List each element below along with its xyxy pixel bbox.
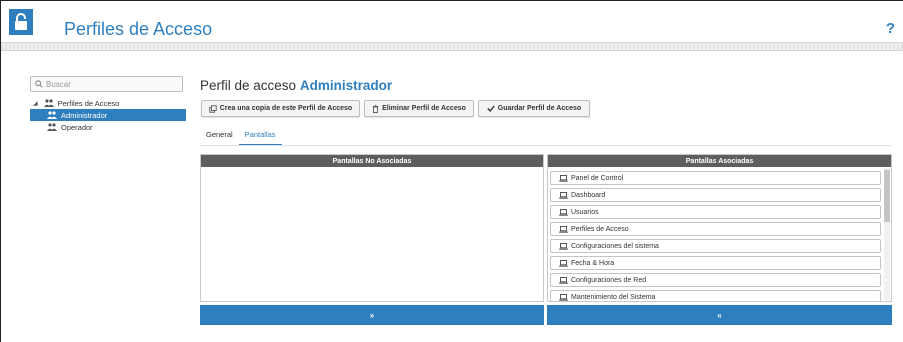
search-input[interactable]: Buscar <box>30 76 183 92</box>
monitor-icon <box>559 191 568 199</box>
assigned-screens-scrollbar[interactable] <box>884 168 890 300</box>
assigned-screen-item[interactable]: Dashboard <box>550 188 881 202</box>
check-icon <box>487 105 495 112</box>
assigned-screen-item[interactable]: Fecha & Hora <box>550 256 881 270</box>
move-to-assigned-button[interactable]: » <box>200 305 544 325</box>
copy-icon <box>209 104 217 113</box>
assigned-screen-item[interactable]: Perfiles de Acceso <box>550 222 881 236</box>
monitor-icon <box>559 293 568 301</box>
users-icon <box>43 99 54 107</box>
tree-item-label: Administrador <box>61 110 108 120</box>
assigned-screen-item[interactable]: Mantenimiento del Sistema <box>550 290 881 301</box>
monitor-icon <box>559 225 568 233</box>
assigned-screen-label: Configuraciones del sistema <box>571 242 659 250</box>
assigned-screen-item[interactable]: Configuraciones de Red <box>550 273 881 287</box>
profile-tabs: General Pantallas <box>200 128 282 146</box>
assigned-screens-header: Pantallas Asociadas <box>548 155 891 167</box>
trash-icon <box>372 104 379 113</box>
assigned-screen-label: Configuraciones de Red <box>571 276 647 284</box>
profile-tree: ◢ Perfiles de Acceso Administrador Opera… <box>30 97 186 133</box>
unassigned-screens-panel: Pantallas No Asociadas <box>200 154 544 302</box>
save-profile-label: Guardar Perfil de Acceso <box>497 105 582 112</box>
tab-pantallas[interactable]: Pantallas <box>238 128 282 146</box>
monitor-icon <box>559 208 568 216</box>
assigned-screen-item[interactable]: Configuraciones del sistema <box>550 239 881 253</box>
monitor-icon <box>559 276 568 284</box>
copy-profile-label: Crea una copia de este Perfil de Acceso <box>219 105 353 112</box>
assigned-screen-label: Usuarios <box>571 208 599 216</box>
unlocked-padlock-icon <box>9 9 33 35</box>
search-icon <box>35 80 43 88</box>
assigned-screen-label: Fecha & Hora <box>571 259 615 267</box>
page-title-prefix: Perfil de acceso <box>200 78 297 93</box>
users-icon <box>47 111 57 119</box>
tree-item-administrador[interactable]: Administrador <box>30 109 186 121</box>
help-button[interactable]: ? <box>886 21 895 37</box>
assigned-screen-label: Dashboard <box>571 191 606 199</box>
assigned-screen-label: Mantenimiento del Sistema <box>571 293 656 301</box>
move-to-unassigned-button[interactable]: « <box>547 305 892 325</box>
delete-profile-button[interactable]: Eliminar Perfil de Acceso <box>364 100 474 117</box>
monitor-icon <box>559 242 568 250</box>
app-header: Perfiles de Acceso ? <box>1 1 903 43</box>
app-title: Perfiles de Acceso <box>64 19 213 39</box>
tab-general[interactable]: General <box>200 128 239 146</box>
assigned-screen-label: Perfiles de Acceso <box>571 225 629 233</box>
save-profile-button[interactable]: Guardar Perfil de Acceso <box>478 100 590 117</box>
page-title: Perfil de acceso Administrador <box>200 78 392 94</box>
tree-item-operador[interactable]: Operador <box>30 121 186 133</box>
monitor-icon <box>559 174 568 182</box>
assigned-screen-item[interactable]: Panel de Control <box>550 171 881 185</box>
scrollbar-thumb[interactable] <box>884 170 890 222</box>
tree-item-label: Operador <box>61 122 93 132</box>
search-placeholder: Buscar <box>46 79 71 89</box>
caret-down-icon[interactable]: ◢ <box>33 100 38 107</box>
tree-root-label: Perfiles de Acceso <box>57 98 120 108</box>
assigned-screen-item[interactable]: Usuarios <box>550 205 881 219</box>
delete-profile-label: Eliminar Perfil de Acceso <box>382 105 466 112</box>
tabs-divider <box>200 145 892 146</box>
header-divider <box>1 43 903 51</box>
assigned-screens-list: Panel de Control Dashboard Usuarios Perf… <box>550 169 881 301</box>
unassigned-screens-header: Pantallas No Asociadas <box>201 155 543 167</box>
users-icon <box>47 123 57 131</box>
tree-root-perfiles[interactable]: ◢ Perfiles de Acceso <box>30 97 186 109</box>
page-title-profile-name: Administrador <box>299 78 393 93</box>
assigned-screens-panel: Pantallas Asociadas Panel de Control Das… <box>547 154 892 302</box>
copy-profile-button[interactable]: Crea una copia de este Perfil de Acceso <box>201 100 360 117</box>
monitor-icon <box>559 259 568 267</box>
assigned-screen-label: Panel de Control <box>571 174 624 182</box>
unassigned-screens-list[interactable] <box>203 169 533 301</box>
